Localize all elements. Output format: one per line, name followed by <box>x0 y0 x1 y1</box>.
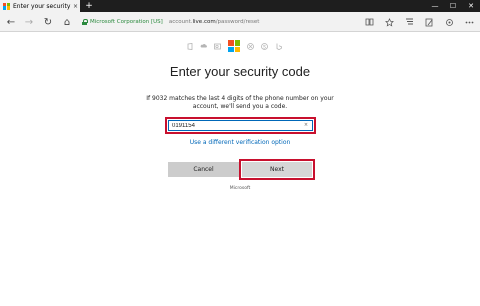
more-icon[interactable] <box>462 15 476 29</box>
maximize-button[interactable]: ☐ <box>444 0 462 12</box>
microsoft-favicon-icon <box>3 2 10 10</box>
browser-nav-bar: ← → ↻ ⌂ Microsoft Corporation [US] accou… <box>0 12 480 32</box>
browser-toolbar <box>362 15 476 29</box>
cancel-button[interactable]: Cancel <box>168 162 239 177</box>
url-text: account.live.com/password/reset <box>168 19 260 25</box>
back-arrow-icon[interactable]: ← <box>4 15 18 29</box>
footer-brand: Microsoft <box>229 186 251 191</box>
close-window-button[interactable]: ✕ <box>462 0 480 12</box>
page-title: Enter your security code <box>169 64 311 79</box>
minimize-button[interactable]: — <box>426 0 444 12</box>
favorite-star-icon[interactable] <box>382 15 396 29</box>
tab-close-icon[interactable]: × <box>73 3 78 10</box>
office-icon <box>186 42 193 50</box>
browser-tab-bar: Enter your security code × + — ☐ ✕ <box>0 0 480 12</box>
tab-title: Enter your security code <box>13 2 71 10</box>
next-button[interactable]: Next <box>242 162 312 177</box>
lock-icon <box>82 19 88 25</box>
outlook-icon <box>214 43 221 50</box>
microsoft-logo-icon <box>228 40 240 52</box>
onedrive-icon <box>200 43 207 50</box>
reading-view-icon[interactable] <box>362 15 376 29</box>
different-verification-link[interactable]: Use a different verification option <box>0 139 480 146</box>
page-content: Enter your security code If 9032 matches… <box>0 33 480 306</box>
xbox-icon <box>247 42 254 50</box>
hub-icon[interactable] <box>402 15 416 29</box>
refresh-icon[interactable]: ↻ <box>41 15 55 29</box>
home-icon[interactable]: ⌂ <box>60 15 74 29</box>
window-controls: — ☐ ✕ <box>426 0 480 12</box>
bing-icon <box>275 43 282 50</box>
clear-input-icon[interactable]: × <box>302 121 310 130</box>
browser-tab[interactable]: Enter your security code × <box>0 0 80 12</box>
forward-arrow-icon[interactable]: → <box>22 15 36 29</box>
microsoft-apps-bar <box>186 39 282 53</box>
skype-icon <box>261 42 268 50</box>
share-icon[interactable] <box>442 15 456 29</box>
instruction-text: If 9032 matches the last 4 digits of the… <box>146 95 334 110</box>
new-tab-button[interactable]: + <box>83 0 95 12</box>
address-bar[interactable]: Microsoft Corporation [US] account.live.… <box>82 15 372 29</box>
security-code-input[interactable] <box>168 120 313 131</box>
certificate-label: Microsoft Corporation [US] <box>90 19 163 25</box>
notes-icon[interactable] <box>422 15 436 29</box>
